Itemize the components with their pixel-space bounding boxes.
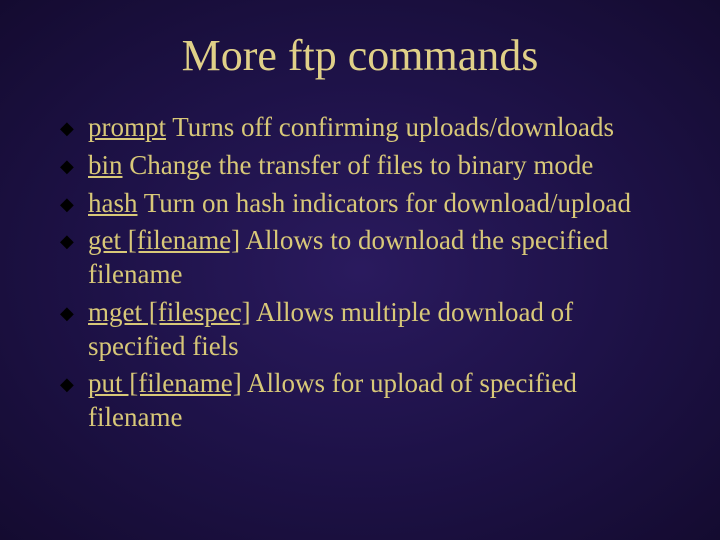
list-item: ◆ prompt Turns off confirming uploads/do… xyxy=(60,111,670,145)
list-item: ◆ put [filename] Allows for upload of sp… xyxy=(60,367,670,435)
command-name: hash xyxy=(88,188,138,218)
command-desc: Turns off confirming uploads/downloads xyxy=(166,112,614,142)
bullet-list: ◆ prompt Turns off confirming uploads/do… xyxy=(60,111,670,435)
command-name: bin xyxy=(88,150,123,180)
list-item: ◆ get [filename] Allows to download the … xyxy=(60,224,670,292)
list-item: ◆ hash Turn on hash indicators for downl… xyxy=(60,187,670,221)
bullet-icon: ◆ xyxy=(60,230,74,253)
bullet-icon: ◆ xyxy=(60,193,74,216)
slide: More ftp commands ◆ prompt Turns off con… xyxy=(0,0,720,540)
bullet-icon: ◆ xyxy=(60,155,74,178)
bullet-icon: ◆ xyxy=(60,117,74,140)
command-name: put [filename] xyxy=(88,368,242,398)
list-item: ◆ mget [filespec] Allows multiple downlo… xyxy=(60,296,670,364)
command-name: prompt xyxy=(88,112,166,142)
command-desc: Change the transfer of files to binary m… xyxy=(123,150,594,180)
bullet-icon: ◆ xyxy=(60,302,74,325)
bullet-icon: ◆ xyxy=(60,373,74,396)
command-name: mget [filespec] xyxy=(88,297,251,327)
slide-title: More ftp commands xyxy=(50,30,670,81)
command-name: get [filename] xyxy=(88,225,240,255)
command-desc: Turn on hash indicators for download/upl… xyxy=(138,188,631,218)
list-item: ◆ bin Change the transfer of files to bi… xyxy=(60,149,670,183)
